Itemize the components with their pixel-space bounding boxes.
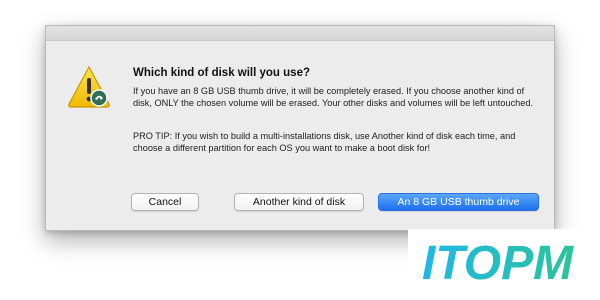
title-bar[interactable] [46, 26, 554, 41]
warning-icon [66, 64, 112, 110]
dialog-message: If you have an 8 GB USB thumb drive, it … [133, 86, 534, 108]
itopm-watermark: ITOPM [408, 229, 598, 291]
usb-thumb-drive-button[interactable]: An 8 GB USB thumb drive [378, 193, 539, 211]
another-kind-of-disk-button[interactable]: Another kind of disk [234, 193, 364, 211]
cancel-button[interactable]: Cancel [131, 193, 199, 211]
dialog-heading: Which kind of disk will you use? [133, 67, 310, 79]
watermark-text: ITOPM [422, 237, 574, 290]
pro-tip-message: PRO TIP: If you wish to build a multi-in… [133, 131, 516, 153]
alert-dialog: Which kind of disk will you use? If you … [45, 25, 555, 231]
